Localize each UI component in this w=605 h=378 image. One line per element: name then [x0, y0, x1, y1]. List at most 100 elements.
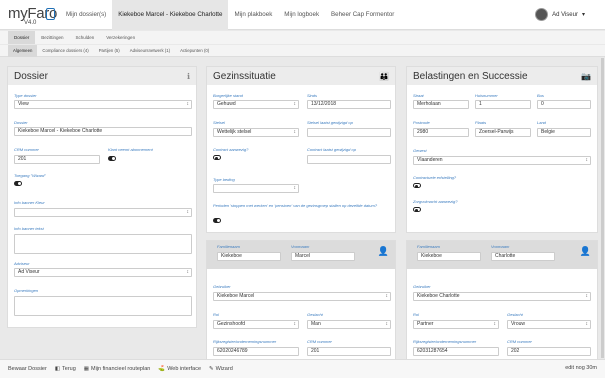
zorgvolmacht-toggle[interactable]	[413, 207, 421, 212]
huisnummer-field[interactable]: 1	[475, 100, 531, 109]
type-beding-select[interactable]	[213, 184, 299, 193]
grid-icon: ▦	[83, 366, 89, 372]
adviseur-label: Adviseur	[14, 261, 30, 266]
user-name: Ad Viseur	[552, 11, 578, 18]
perioden-toggle[interactable]	[213, 218, 221, 223]
nav-mijn-plakboek[interactable]: Mijn plakboek	[228, 0, 278, 30]
web-interface-button[interactable]: ⛳ Web interface	[158, 366, 201, 372]
gewest-select[interactable]: Vlaanderen	[413, 156, 591, 165]
contract-label: Contract aanwezig?	[213, 147, 249, 152]
perioden-label: Perioden 'stoppen met werken' en 'pensio…	[213, 203, 378, 208]
nav-current-dossier[interactable]: Kiekeboe Marcel - Kiekeboe Charlotte	[112, 0, 229, 30]
toegang-wizard-label: Toegang "Wizard"	[14, 173, 46, 178]
type-dossier-select[interactable]: View	[14, 100, 192, 109]
plaats-label: Plaats	[475, 120, 487, 125]
nav-mijn-logboek[interactable]: Mijn logboek	[278, 0, 325, 30]
type-beding-label: Type beding	[213, 177, 235, 182]
sinds-label: Sinds	[307, 93, 318, 98]
dossier-label: Dossier	[14, 120, 28, 125]
nav-mijn-dossiers[interactable]: Mijn dossier(s)	[60, 0, 112, 30]
plaats-field[interactable]: Zoersel-Parwijs	[475, 128, 531, 137]
contract-toggle[interactable]	[213, 155, 221, 160]
bus-label: Bus	[537, 93, 544, 98]
banner-tekst-textarea[interactable]	[14, 234, 192, 254]
gezin-title: Gezinssituatie	[213, 71, 276, 82]
tab-partijen[interactable]: Partijen (5)	[94, 45, 125, 57]
banner-kleur-select[interactable]	[14, 208, 192, 217]
marcel-gesl-select[interactable]: Man	[307, 320, 391, 329]
nav-beheer[interactable]: Beheer Cap Formentor	[325, 0, 400, 30]
marcel-gebr-label: Gebruiker	[213, 284, 231, 289]
land-label: Land	[537, 120, 546, 125]
banner-kleur-label: Info banner Kleur	[14, 200, 45, 205]
charlotte-rol-select[interactable]: Partner	[413, 320, 499, 329]
charlotte-crm-field[interactable]: 202	[507, 347, 591, 356]
contract-date-field[interactable]	[307, 155, 391, 164]
marcel-rijks-label: Rijksregister/ondernemingsnummer	[213, 339, 277, 344]
contr-erfstelling-toggle[interactable]	[413, 183, 421, 188]
marcel-crm-label: CRM nummer	[307, 339, 332, 344]
stelsel-select[interactable]: Wettelijk stelsel	[213, 128, 299, 137]
marcel-voor-label: Voornaam	[291, 244, 310, 249]
belastingen-panel: Belastingen en Successie 📷 Straat Huisnu…	[406, 66, 598, 233]
tab-actiepunten[interactable]: Actiepunten (0)	[175, 45, 214, 57]
top-bar: myFaro V4.0 Mijn dossier(s) Kiekeboe Mar…	[0, 0, 605, 30]
wizard-button[interactable]: ✎ Wizard	[209, 366, 233, 372]
charlotte-rijks-field[interactable]: 62031287654	[413, 347, 499, 356]
marcel-header: Familienaam Voornaam Kiekeboe Marcel 👤	[207, 241, 395, 269]
bewaar-dossier-button[interactable]: Bewaar Dossier	[8, 366, 47, 372]
terug-button[interactable]: ◧ Terug	[55, 366, 76, 372]
marcel-rol-select[interactable]: Gezinshoofd	[213, 320, 299, 329]
contract-date-label: Contract laatst gewijzigd op	[307, 147, 356, 152]
gezin-header: Gezinssituatie 👪	[207, 67, 395, 85]
charlotte-fam-field[interactable]: Kiekeboe	[417, 252, 481, 261]
tab-schulden[interactable]: Schulden	[70, 31, 101, 44]
tab-dossier[interactable]: Dossier	[8, 31, 36, 44]
main-nav: Mijn dossier(s) Kiekeboe Marcel - Kiekeb…	[60, 0, 400, 30]
burg-stand-select[interactable]: Gehuwd	[213, 100, 299, 109]
charlotte-gesl-label: Geslacht	[507, 312, 523, 317]
marcel-crm-field[interactable]: 201	[307, 347, 391, 356]
huisnummer-label: Huisnummer	[475, 93, 498, 98]
secondary-tabs: Algemeen Compliance dossiers (4) Partije…	[0, 44, 605, 57]
routeplan-button[interactable]: ▦ Mijn financieel routeplan	[84, 366, 151, 372]
stelsel-label: Stelsel	[213, 120, 226, 125]
charlotte-header: Familienaam Voornaam Kiekeboe Charlotte …	[407, 241, 597, 269]
toegang-wizard-toggle[interactable]	[14, 181, 22, 186]
user-menu[interactable]: Ad Viseur ▾	[535, 8, 585, 21]
bus-field[interactable]: 0	[537, 100, 591, 109]
sinds-field[interactable]: 13/12/2018	[307, 100, 391, 109]
chevron-down-icon: ▾	[581, 12, 585, 18]
charlotte-rijks-label: Rijksregister/ondernemingsnummer	[413, 339, 477, 344]
tab-adviseursnetwerk[interactable]: Adviseursnetwerk (1)	[125, 45, 175, 57]
charlotte-gebr-select[interactable]: Kiekeboe Charlotte	[413, 292, 591, 301]
charlotte-voor-field[interactable]: Charlotte	[491, 252, 555, 261]
opmerkingen-textarea[interactable]	[14, 296, 192, 316]
tab-algemeen[interactable]: Algemeen	[8, 44, 38, 57]
marcel-fam-field[interactable]: Kiekeboe	[217, 252, 281, 261]
land-field[interactable]: Belgie	[537, 128, 591, 137]
adviseur-select[interactable]: Ad Viseur	[14, 268, 192, 277]
crm-field[interactable]: 201	[14, 155, 100, 164]
klant-abonnement-label: Klant neemt abonnement	[108, 147, 153, 152]
edit-timer: edit nog 30m	[565, 365, 597, 371]
tab-bezittingen[interactable]: Bezittingen	[35, 31, 69, 44]
stelsel-date-label: Stelsel laatst gewijzigd op	[307, 120, 353, 125]
straat-field[interactable]: Merholaan	[413, 100, 469, 109]
tab-compliance[interactable]: Compliance dossiers (4)	[37, 45, 93, 57]
dossier-header: Dossier ℹ	[8, 67, 196, 85]
charlotte-gesl-select[interactable]: Vrouw	[507, 320, 591, 329]
tab-verzekeringen[interactable]: Verzekeringen	[100, 31, 141, 44]
marcel-gebr-select[interactable]: Kiekeboe Marcel	[213, 292, 391, 301]
postcode-field[interactable]: 2980	[413, 128, 469, 137]
scrollbar[interactable]	[601, 58, 604, 358]
wand-icon: ✎	[209, 366, 214, 372]
stelsel-date-field[interactable]	[307, 128, 391, 137]
klant-abonnement-toggle[interactable]	[108, 156, 116, 161]
marcel-voor-field[interactable]: Marcel	[291, 252, 355, 261]
marcel-rijks-field[interactable]: 62020246789	[213, 347, 299, 356]
charlotte-voor-label: Voornaam	[491, 244, 510, 249]
dossier-name-field[interactable]: Kiekeboe Marcel - Kiekeboe Charlotte	[14, 127, 192, 136]
dossier-panel: Dossier ℹ Type dossier View Dossier Kiek…	[7, 66, 197, 328]
person-panel-marcel: Familienaam Voornaam Kiekeboe Marcel 👤 G…	[206, 240, 396, 359]
